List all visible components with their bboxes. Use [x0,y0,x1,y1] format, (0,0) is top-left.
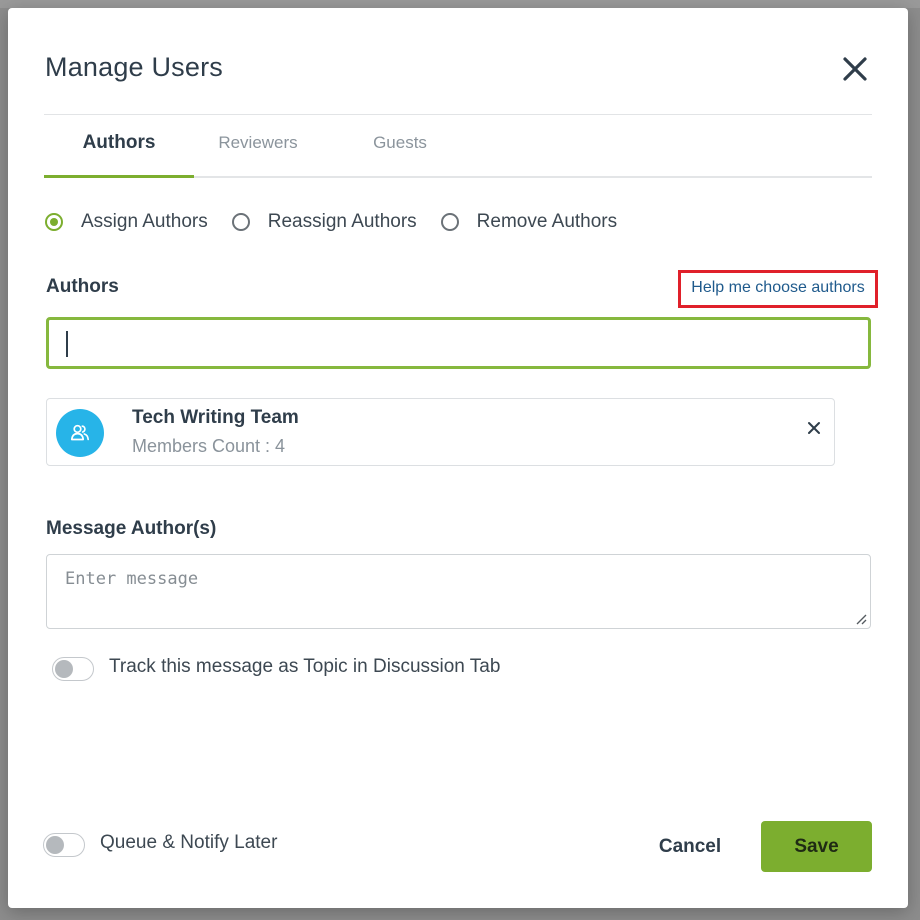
background-app [0,0,920,8]
close-button[interactable] [840,54,870,84]
close-icon [808,422,820,434]
text-caret [66,331,68,357]
toggle-knob [55,660,73,678]
close-icon [843,57,867,81]
modal-title: Manage Users [45,52,223,82]
track-topic-toggle[interactable] [52,657,94,681]
chip-name: Tech Writing Team [132,407,299,428]
queue-notify-label: Queue & Notify Later [100,832,278,853]
radio-remove-authors[interactable]: Remove Authors [440,211,618,233]
author-action-options: Assign Authors Reassign Authors Remove A… [45,208,641,236]
chip-member-count: Members Count : 4 [132,436,286,456]
selected-author-chip: Tech Writing Team Members Count : 4 [46,398,835,466]
tab-guests[interactable]: Guests [336,116,464,176]
radio-unchecked-icon [231,213,250,231]
save-button[interactable]: Save [761,821,872,872]
radio-label: Remove Authors [476,211,618,232]
header-divider [44,114,872,115]
authors-search-input[interactable] [46,317,871,369]
track-topic-label: Track this message as Topic in Discussio… [109,656,501,677]
tab-authors[interactable]: Authors [44,116,194,178]
help-choose-authors-link[interactable]: Help me choose authors [678,270,878,308]
avatar [56,409,104,457]
cancel-button[interactable]: Cancel [638,822,742,872]
manage-users-modal: Manage Users Authors Reviewers Guests As… [8,8,908,908]
remove-chip-button[interactable] [805,419,823,437]
message-label: Message Author(s) [46,518,217,539]
authors-label: Authors [46,276,119,297]
tab-bar: Authors Reviewers Guests [44,116,872,178]
user-group-icon [70,424,89,441]
radio-reassign-authors[interactable]: Reassign Authors [231,211,417,233]
resize-grip-icon[interactable] [855,613,867,625]
radio-assign-authors[interactable]: Assign Authors [45,211,208,233]
radio-unchecked-icon [440,213,459,231]
queue-notify-toggle[interactable] [43,833,85,857]
tab-reviewers[interactable]: Reviewers [194,116,322,176]
radio-checked-icon [45,213,63,231]
message-textarea[interactable] [46,554,871,629]
toggle-knob [46,836,64,854]
radio-label: Reassign Authors [267,211,417,232]
radio-label: Assign Authors [81,211,208,232]
